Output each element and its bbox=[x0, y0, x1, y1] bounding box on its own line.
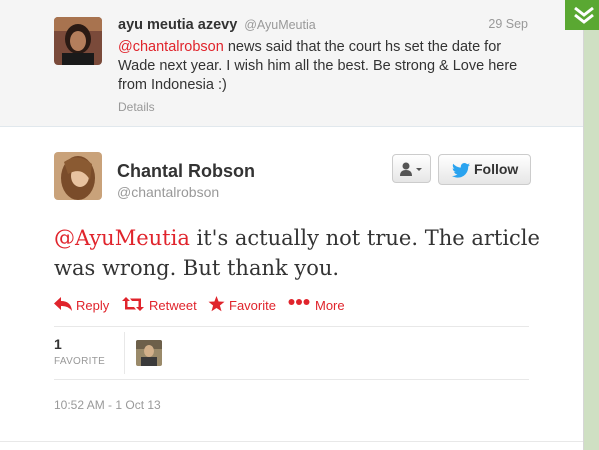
tweet-text: @AyuMeutia it's actually not true. The a… bbox=[54, 223, 554, 283]
reply-author-handle[interactable]: @AyuMeutia bbox=[244, 18, 316, 32]
user-icon bbox=[400, 162, 422, 176]
reply-context-tweet[interactable]: ayu meutia azevy @AyuMeutia 29 Sep @chan… bbox=[0, 0, 583, 127]
ayu-avatar[interactable] bbox=[54, 17, 102, 65]
tweet-author-handle[interactable]: @chantalrobson bbox=[117, 184, 219, 200]
reply-action[interactable]: Reply bbox=[54, 296, 112, 316]
reply-mention-link[interactable]: @chantalrobson bbox=[118, 39, 224, 55]
follow-button[interactable]: Follow bbox=[438, 154, 531, 185]
favorite-action[interactable]: Favorite bbox=[208, 296, 286, 316]
tweet-stats: 1 FAVORITE bbox=[54, 326, 529, 380]
user-actions-dropdown[interactable] bbox=[392, 154, 431, 183]
reply-author-name[interactable]: ayu meutia azevy bbox=[118, 17, 237, 33]
tweet-permalink-card: ayu meutia azevy @AyuMeutia 29 Sep @chan… bbox=[0, 0, 584, 450]
reply-text: @chantalrobson news said that the court … bbox=[118, 38, 538, 95]
stats-divider bbox=[124, 332, 125, 374]
follow-label: Follow bbox=[474, 161, 519, 177]
favorite-count-label[interactable]: FAVORITE bbox=[54, 356, 105, 367]
star-icon bbox=[208, 296, 225, 312]
reply-context-header: ayu meutia azevy @AyuMeutia 29 Sep bbox=[118, 16, 528, 33]
chevrons-down-icon bbox=[574, 6, 594, 24]
reply-arrow-icon bbox=[54, 297, 72, 311]
more-label: More bbox=[315, 298, 345, 313]
reply-date[interactable]: 29 Sep bbox=[488, 17, 528, 31]
dots-icon bbox=[288, 299, 310, 305]
reply-label: Reply bbox=[76, 298, 110, 313]
tweet-timestamp[interactable]: 10:52 AM - 1 Oct 13 bbox=[54, 398, 161, 412]
favorite-count[interactable]: 1 bbox=[54, 336, 62, 352]
tweet-author-name[interactable]: Chantal Robson bbox=[117, 161, 255, 182]
retweet-action[interactable]: Retweet bbox=[122, 296, 198, 316]
twitter-bird-icon bbox=[452, 163, 470, 178]
favoriter-avatar[interactable] bbox=[136, 340, 162, 366]
retweet-label: Retweet bbox=[149, 298, 197, 313]
favorite-label: Favorite bbox=[229, 298, 276, 313]
retweet-icon bbox=[122, 297, 144, 311]
card-divider bbox=[0, 441, 583, 442]
corner-tab[interactable] bbox=[565, 0, 599, 30]
chantal-avatar[interactable] bbox=[54, 152, 102, 200]
tweet-mention-link[interactable]: @AyuMeutia bbox=[54, 226, 190, 250]
details-link[interactable]: Details bbox=[118, 100, 155, 114]
more-action[interactable]: More bbox=[288, 296, 346, 316]
